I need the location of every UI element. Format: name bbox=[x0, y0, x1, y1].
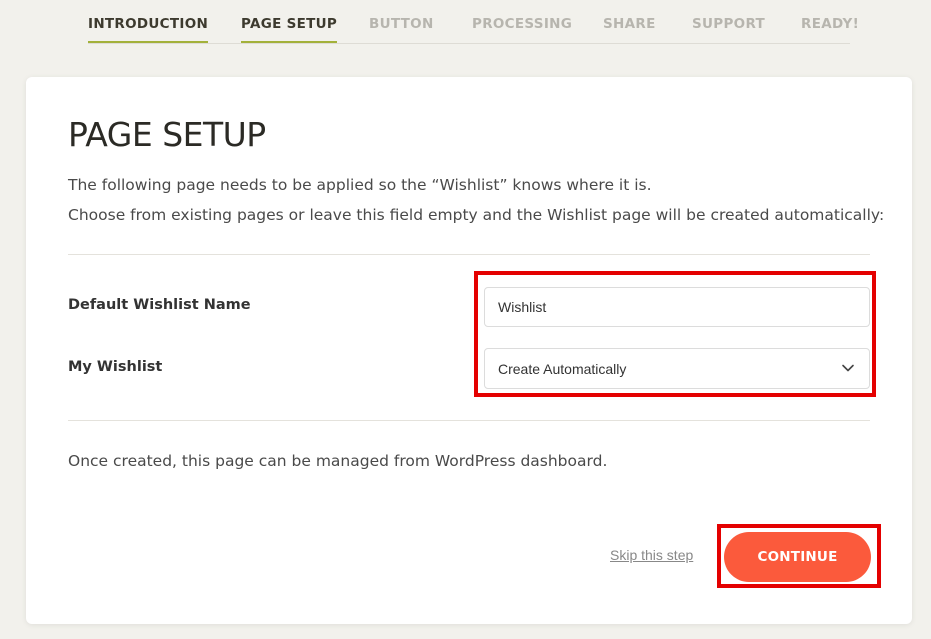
continue-button[interactable]: CONTINUE bbox=[724, 532, 871, 582]
chevron-down-icon bbox=[842, 364, 854, 372]
skip-step-link[interactable]: Skip this step bbox=[610, 547, 693, 563]
wizard-steps: INTRODUCTION PAGE SETUP BUTTON PROCESSIN… bbox=[88, 0, 859, 44]
step-page-setup[interactable]: PAGE SETUP bbox=[241, 16, 338, 43]
step-introduction[interactable]: INTRODUCTION bbox=[88, 16, 209, 43]
my-wishlist-label: My Wishlist bbox=[68, 359, 163, 375]
step-processing[interactable]: PROCESSING bbox=[472, 16, 572, 42]
step-ready[interactable]: READY! bbox=[801, 16, 859, 42]
my-wishlist-select[interactable]: Create Automatically bbox=[484, 348, 870, 389]
description-line-1: The following page needs to be applied s… bbox=[68, 176, 652, 194]
page-title: PAGE SETUP bbox=[68, 115, 266, 154]
my-wishlist-selected-value: Create Automatically bbox=[498, 361, 627, 377]
divider-bottom bbox=[68, 420, 870, 421]
divider-top bbox=[68, 254, 870, 255]
step-share[interactable]: SHARE bbox=[603, 16, 656, 42]
step-support[interactable]: SUPPORT bbox=[692, 16, 765, 42]
wishlist-name-label: Default Wishlist Name bbox=[68, 297, 251, 313]
description-line-2: Choose from existing pages or leave this… bbox=[68, 206, 885, 224]
step-button[interactable]: BUTTON bbox=[369, 16, 434, 42]
managed-note: Once created, this page can be managed f… bbox=[68, 452, 608, 470]
wishlist-name-input[interactable] bbox=[484, 287, 870, 327]
setup-card: PAGE SETUP The following page needs to b… bbox=[26, 77, 912, 624]
